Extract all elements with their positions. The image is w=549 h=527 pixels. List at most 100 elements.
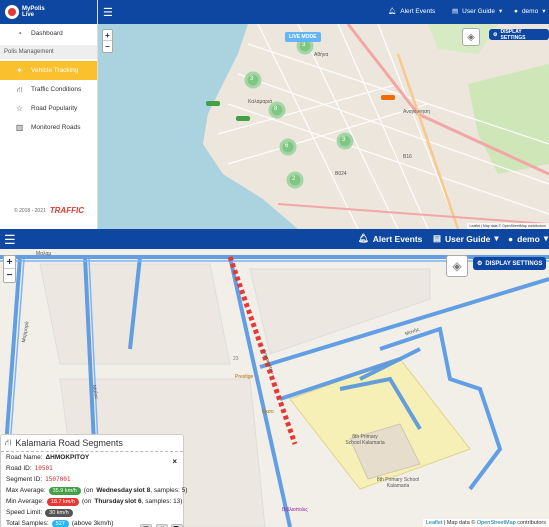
top-navbar: ☰ 🔔︎ Alert Events ▤ User Guide ▾ ● demo … [0,229,549,249]
field-label: Total Samples: [6,520,49,527]
total-samples-note: (above 3km/h) [71,520,114,527]
road-id-row: Road ID: 10501 [1,463,183,474]
zoom-control: + − [102,29,113,53]
user-name: demo [517,233,540,244]
bell-icon: 🔔︎ [358,233,369,243]
speed-limit-row: Speed Limit: 30 km/h [1,507,183,518]
layers-button[interactable]: ◈ [462,28,480,46]
user-menu-button[interactable]: ● demo ▾ [514,7,546,16]
map-label: Β024 [335,171,347,177]
zoom-out-button[interactable]: − [103,41,112,52]
sidebar-item-label: Traffic Conditions [31,86,82,93]
place-label: Prestige [235,374,254,380]
min-average-row: Min Average: 18.7 km/h (on Thursday slot… [1,496,183,507]
user-menu-button[interactable]: ● demo ▾ [508,233,548,244]
zoom-in-button[interactable]: + [103,30,112,41]
book-icon: ▤ [452,8,459,15]
road-segment-panel: ⛙ Kalamaria Road Segments × Road Name: Δ… [0,434,188,527]
street-label: Μαλαμ [36,251,52,257]
sidebar-item-dashboard[interactable]: ◔ Dashboard [0,24,97,43]
speed-limit-badge: 30 km/h [45,508,73,517]
min-average-day: Thursday [94,498,124,505]
footer-brand-logo: TRAFFIC [49,206,84,215]
layers-icon: ◈ [467,31,475,43]
close-icon[interactable]: × [172,457,177,466]
min-average-samples: , samples: 13) [141,498,183,505]
zoom-out-button[interactable]: − [4,269,15,282]
logo-line2: Live [22,12,35,18]
caret-down-icon: ▾ [542,8,546,15]
logo-icon [5,5,19,19]
panel-title: Kalamaria Road Segments [15,438,123,448]
openstreetmap-link[interactable]: OpenStreetMap [477,520,516,526]
alert-events-button[interactable]: 🔔︎ Alert Events [388,7,435,16]
map-label: Καλαμαριά [248,99,273,105]
max-average-badge: 35.9 km/h [48,486,81,495]
user-guide-label: User Guide [462,7,496,15]
app-logo[interactable]: MyPolis Live [0,0,97,24]
top-screen: MyPolis Live ◔ Dashboard Polis Managemen… [0,0,549,229]
field-label: Max Average: [6,487,46,494]
field-label: Road ID: [6,465,32,472]
hamburger-menu-icon[interactable]: ☰ [103,6,113,19]
sidebar-item-monitored-roads[interactable]: ▥ Monitored Roads [0,118,97,137]
cluster-count[interactable]: 3 [250,76,253,82]
caret-down-icon: ▾ [494,233,499,243]
alert-events-button[interactable]: 🔔︎ Alert Events [358,233,422,244]
user-icon: ● [514,7,518,15]
compass-icon: ✦ [16,66,23,75]
hamburger-menu-icon[interactable]: ☰ [4,232,16,248]
zoom-in-button[interactable]: + [4,256,15,269]
cluster-count[interactable]: 8 [274,106,277,112]
sidebar-item-road-popularity[interactable]: ☆ Road Popularity [0,99,97,118]
user-guide-label: User Guide [445,233,491,244]
sidebar: MyPolis Live ◔ Dashboard Polis Managemen… [0,0,98,229]
copyright: © 2018 - 2021 [14,207,46,214]
field-label: Segment ID: [6,476,43,483]
zoom-control: + − [3,255,16,283]
total-samples-badge: 527 [51,519,69,527]
sidebar-item-label: Monitored Roads [31,124,81,131]
cluster-count[interactable]: 2 [292,176,295,182]
cluster-count[interactable]: 3 [302,42,305,48]
sidebar-item-traffic-conditions[interactable]: ⛙ Traffic Conditions [0,80,97,99]
sidebar-item-vehicle-tracking[interactable]: ✦ Vehicle Tracking [0,61,97,80]
attribution-text: | Map data © [443,520,476,526]
max-average-detail-prefix: (on [83,487,94,494]
map-icon: ▥ [15,123,24,132]
caret-down-icon: ▾ [543,233,549,243]
user-guide-button[interactable]: ▤ User Guide ▾ [433,233,499,244]
cluster-count[interactable]: 6 [285,143,288,149]
road-segments-map[interactable]: Μαρμαρά Μαΐου Δημοκρίτου Μονής Μαλαμ Pre… [0,249,549,527]
leaflet-link[interactable]: Leaflet [426,520,443,526]
place-label: 8th Primary School Kalamaria [345,434,385,446]
min-average-detail-prefix: (on [81,498,92,505]
road-name-row: Road Name: ΔΗΜΟΚΡΙΤΟΥ [1,452,183,463]
map-label: Αναγέννηση [403,109,431,115]
gear-icon: ⚙ [493,31,498,38]
field-label: Speed Limit: [6,509,43,516]
user-icon: ● [508,233,514,244]
place-label: Βιβλιοπολις [282,507,308,513]
house-number: 23 [233,356,239,362]
user-guide-button[interactable]: ▤ User Guide ▾ [452,7,503,16]
map-label: Β16 [403,154,412,160]
display-settings-label: DISPLAY SETTINGS [485,260,543,267]
road-icon: ⛙ [5,437,12,447]
top-navbar: ☰ 🔔︎ Alert Events ▤ User Guide ▾ ● demo … [98,0,549,24]
sidebar-footer: © 2018 - 2021 TRAFFIC [0,206,98,215]
cluster-count[interactable]: 3 [342,137,345,143]
alert-events-label: Alert Events [372,233,423,244]
display-settings-button[interactable]: ⚙ DISPLAY SETTINGS [489,29,549,41]
sidebar-item-label: Vehicle Tracking [31,67,79,74]
live-map[interactable]: 3 3 8 3 6 2 Αθήνα Καλαμαριά Αναγέννηση Β… [98,24,549,229]
sidebar-section-title: Polis Management [0,45,97,59]
road-name-value: ΔΗΜΟΚΡΙΤΟΥ [45,454,90,461]
max-average-day: Wednesday [96,487,133,494]
max-average-slot: slot 8 [133,487,151,494]
caret-down-icon: ▾ [499,8,503,15]
live-mode-badge[interactable]: LIVE MODE [285,32,321,42]
max-average-samples: , samples: 5) [150,487,188,494]
display-settings-button[interactable]: ⚙ DISPLAY SETTINGS [473,257,547,270]
layers-button[interactable]: ◈ [446,255,468,277]
